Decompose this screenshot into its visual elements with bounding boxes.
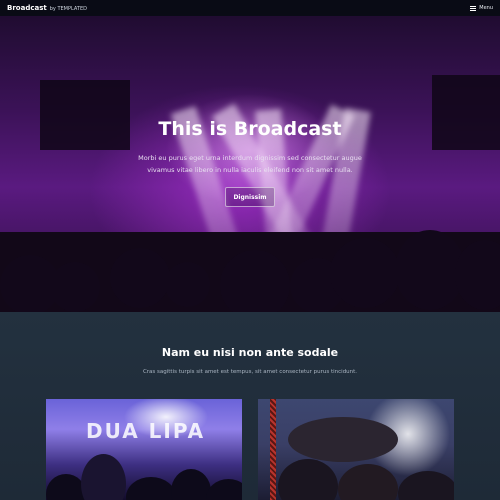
- crowd-head: [171, 469, 211, 500]
- crowd-head: [165, 262, 210, 307]
- crowd-head: [206, 479, 242, 500]
- crowd-head: [330, 238, 400, 308]
- brand-logo[interactable]: Broadcast by TEMPLATED: [7, 4, 87, 12]
- brand-byline: by TEMPLATED: [49, 6, 87, 12]
- crowd-head: [126, 477, 176, 500]
- hamburger-icon: [470, 5, 477, 11]
- brand-name: Broadcast: [7, 4, 47, 12]
- crowd-surfer: [288, 417, 398, 462]
- crowd-head: [50, 262, 100, 312]
- stage-truss: [270, 399, 276, 500]
- crowd-surfing-image[interactable]: [258, 399, 454, 500]
- crowd-head: [81, 454, 126, 500]
- crowd-head: [220, 250, 290, 312]
- hero-banner: This is Broadcast Morbi eu purus eget ur…: [0, 0, 500, 312]
- dignissim-button[interactable]: Dignissim: [225, 187, 275, 207]
- menu-button[interactable]: Menu: [470, 5, 493, 11]
- section-title: Nam eu nisi non ante sodale: [161, 346, 339, 359]
- crowd-head: [46, 474, 86, 500]
- hero-description: Morbi eu purus eget urna interdum dignis…: [138, 154, 362, 174]
- menu-label: Menu: [479, 5, 493, 11]
- crowd-head: [338, 464, 398, 500]
- crowd-head: [278, 459, 338, 500]
- concert-stage-image[interactable]: DUA LIPA: [46, 399, 242, 500]
- section-description: Cras sagittis turpis sit amet est tempus…: [142, 369, 358, 375]
- stage-sign-text: DUA LIPA: [86, 419, 206, 443]
- content-section: Nam eu nisi non ante sodale Cras sagitti…: [0, 312, 500, 500]
- hero-title: This is Broadcast: [158, 118, 342, 140]
- top-navigation: Broadcast by TEMPLATED Menu: [0, 0, 500, 16]
- crowd-head: [110, 248, 170, 308]
- crowd-head: [398, 471, 454, 500]
